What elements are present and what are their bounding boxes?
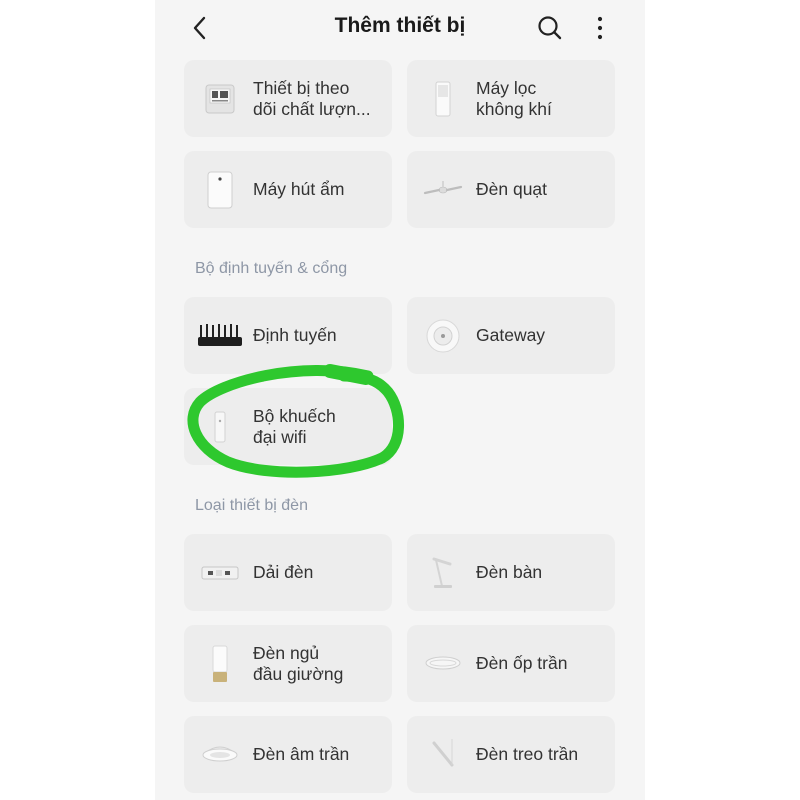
desk-lamp-icon — [421, 551, 465, 595]
ceiling-fan-light-icon — [421, 168, 465, 212]
device-card-label: Đèn treo trần — [476, 744, 579, 764]
search-icon — [538, 16, 562, 40]
app-header: Thêm thiết bị — [155, 0, 645, 56]
device-card-air-purifier[interactable]: Máy lọc không khí — [407, 60, 615, 137]
more-vertical-icon — [597, 16, 603, 40]
device-card-label: Thiết bị theo dõi chất lượn... — [253, 77, 371, 119]
device-card-downlight[interactable]: Đèn âm trần — [184, 716, 392, 793]
device-card-desk-lamp[interactable]: Đèn bàn — [407, 534, 615, 611]
section-title-lighting: Loại thiết bị đèn — [195, 497, 308, 514]
page-title: Thêm thiết bị — [334, 14, 466, 37]
light-strip-icon — [198, 551, 242, 595]
more-menu-button[interactable] — [582, 10, 618, 46]
air-quality-monitor-icon — [198, 77, 242, 121]
device-card-wifi-extender[interactable]: Bộ khuếch đại wifi — [184, 388, 392, 465]
device-card-label: Đèn ngủ đầu giường — [253, 642, 344, 684]
device-card-ceiling-light[interactable]: Đèn ốp trần — [407, 625, 615, 702]
device-card-label: Đèn bàn — [476, 562, 543, 582]
device-card-light-strip[interactable]: Dải đèn — [184, 534, 392, 611]
device-card-gateway[interactable]: Gateway — [407, 297, 615, 374]
section-title-routers-gateways: Bộ định tuyến & cổng — [195, 260, 348, 277]
device-card-ceiling-fan-light[interactable]: Đèn quạt — [407, 151, 615, 228]
downlight-icon — [198, 733, 242, 777]
gateway-icon — [421, 314, 465, 358]
device-card-label: Dải đèn — [253, 562, 314, 582]
air-purifier-icon — [421, 77, 465, 121]
device-card-label: Đèn âm trần — [253, 744, 350, 764]
device-card-air-quality-monitor[interactable]: Thiết bị theo dõi chất lượn... — [184, 60, 392, 137]
device-card-label: Định tuyến — [253, 325, 337, 345]
phone-screen: Thêm thiết bị Thiết bị theo dõi chất lượ… — [155, 0, 645, 800]
device-card-label: Bộ khuếch đại wifi — [253, 405, 336, 447]
device-card-bedside-lamp[interactable]: Đèn ngủ đầu giường — [184, 625, 392, 702]
pendant-light-icon — [421, 733, 465, 777]
device-card-dehumidifier[interactable]: Máy hút ẩm — [184, 151, 392, 228]
ceiling-light-icon — [421, 642, 465, 686]
router-icon — [196, 314, 244, 358]
bedside-lamp-icon — [198, 642, 242, 686]
device-card-pendant-light[interactable]: Đèn treo trần — [407, 716, 615, 793]
device-card-label: Máy lọc không khí — [476, 77, 552, 119]
device-card-label: Gateway — [476, 325, 546, 345]
dehumidifier-icon — [198, 168, 242, 212]
device-card-label: Đèn ốp trần — [476, 653, 568, 673]
device-card-router[interactable]: Định tuyến — [184, 297, 392, 374]
device-card-label: Đèn quạt — [476, 179, 548, 199]
search-button[interactable] — [532, 10, 568, 46]
device-card-label: Máy hút ẩm — [253, 179, 345, 199]
wifi-extender-icon — [198, 405, 242, 449]
